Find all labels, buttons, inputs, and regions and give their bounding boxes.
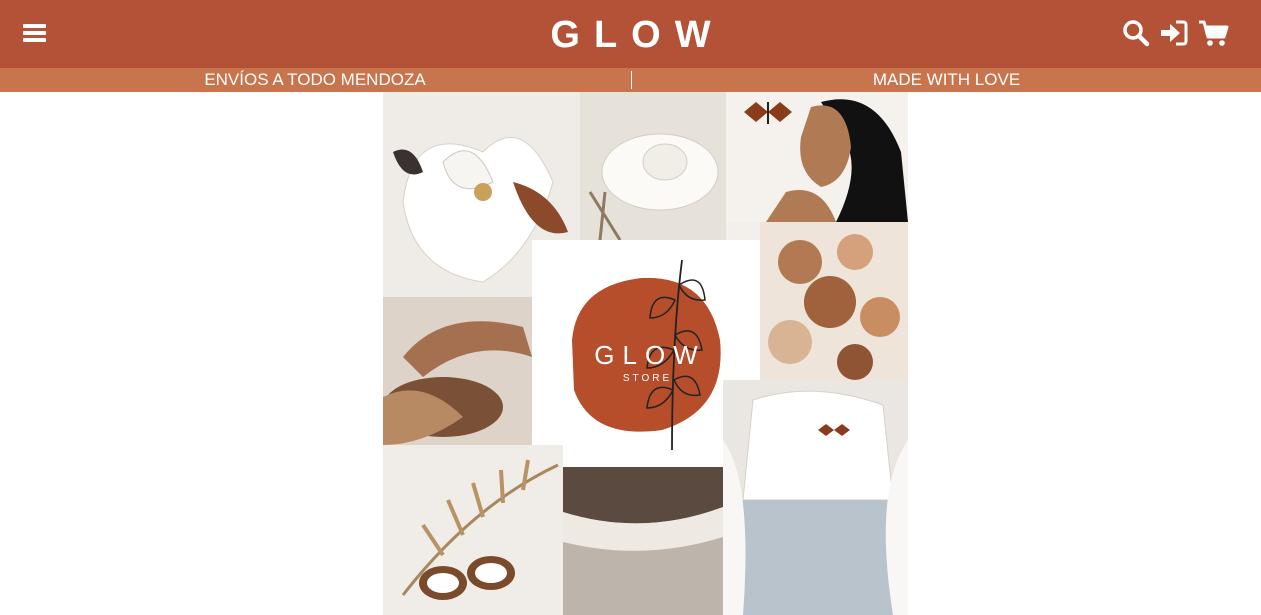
shopping-cart-icon[interactable] (1198, 19, 1230, 47)
header-bar: GLOW (0, 0, 1261, 68)
made-with-love-announcement: MADE WITH LOVE (872, 70, 1021, 89)
beach-waves-image (563, 467, 723, 615)
site-logo[interactable]: GLOW (0, 14, 1261, 56)
wooden-bowl-image (383, 297, 532, 445)
announcement-bar: ENVÍOS A TODO MENDOZA MADE WITH LOVE (0, 68, 1261, 92)
hero-collage-banner[interactable]: GLOW STORE (383, 92, 908, 615)
white-outfit-image (723, 380, 908, 615)
sign-in-icon[interactable] (1159, 19, 1189, 47)
search-icon[interactable] (1122, 19, 1150, 47)
palm-coconut-image (383, 445, 563, 615)
sun-hat-image (580, 92, 726, 240)
brand-name: GLOW (594, 340, 706, 370)
woman-illustration-image (726, 92, 908, 222)
dried-flowers-image (760, 222, 908, 380)
shipping-announcement: ENVÍOS A TODO MENDOZA (204, 70, 426, 89)
